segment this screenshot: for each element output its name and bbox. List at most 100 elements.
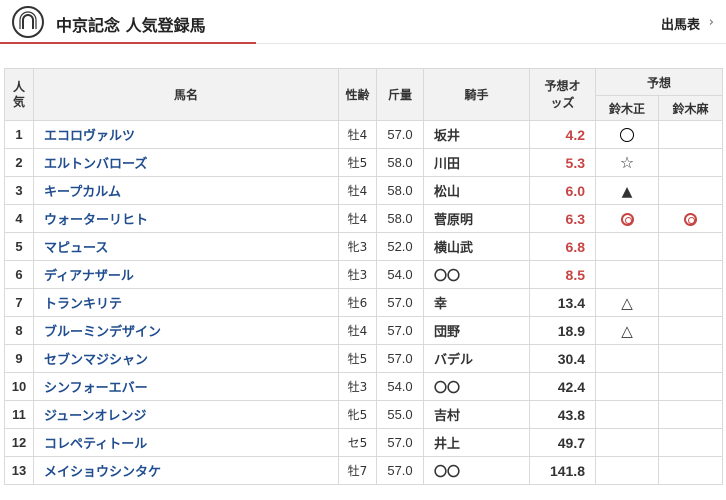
weight-cell: 57.0 [376, 428, 424, 457]
sex-age-cell: 牡4 [338, 204, 377, 233]
sex-age-cell: 牝3 [338, 232, 377, 261]
sex-age-cell: 牡4 [338, 176, 377, 205]
horse-name-cell: エコロヴァルツ [33, 120, 339, 149]
double-circle-icon [684, 210, 697, 228]
sex-age-cell: 牡7 [338, 456, 377, 485]
prediction-b-cell [657, 260, 724, 289]
prediction-b-cell [657, 372, 724, 401]
rank-cell: 5 [4, 232, 34, 261]
odds-cell: 13.4 [529, 288, 596, 317]
jockey-cell: 横山武 [423, 232, 530, 261]
horse-name-cell: トランキリテ [33, 288, 339, 317]
table-row: 4 ウォーターリヒト 牡4 58.0 菅原明 6.3 [4, 204, 724, 233]
jockey-cell: 菅原明 [423, 204, 530, 233]
table-row: 1 エコロヴァルツ 牡4 57.0 坂井 4.2 [4, 120, 724, 149]
jockey-cell: 〇〇 [423, 260, 530, 289]
entries-link-label: 出馬表 [660, 18, 700, 33]
prediction-a-cell [595, 260, 659, 289]
horse-name-cell: セブンマジシャン [33, 344, 339, 373]
horse-name-link[interactable]: メイショウシンタケ [44, 465, 161, 480]
header-horse-name: 馬名 [33, 68, 339, 121]
rank-cell: 7 [4, 288, 34, 317]
horse-name-link[interactable]: ディアナザール [44, 269, 134, 284]
double-circle-icon [620, 210, 634, 228]
weight-cell: 57.0 [376, 120, 424, 149]
rank-cell: 11 [4, 400, 34, 429]
horse-name-link[interactable]: ジューンオレンジ [44, 409, 146, 424]
header-odds-label: 予想オッズ [544, 78, 581, 110]
table-row: 7 トランキリテ 牡6 57.0 幸 13.4 △ [4, 288, 724, 317]
rank-cell: 2 [4, 148, 34, 177]
prediction-b-cell [657, 204, 724, 233]
jockey-cell: 川田 [423, 148, 530, 177]
triangle-outline-icon: △ [621, 293, 633, 312]
header-predictor-b: 鈴木麻 [657, 95, 724, 121]
rank-cell: 4 [4, 204, 34, 233]
prediction-a-cell [595, 400, 659, 429]
page-header: 中京記念 人気登録馬 出馬表 › [0, 0, 726, 46]
prediction-b-cell [657, 316, 724, 345]
horse-name-link[interactable]: シンフォーエバー [44, 381, 148, 396]
horse-name-link[interactable]: トランキリテ [44, 297, 122, 312]
horse-name-link[interactable]: マピュース [44, 241, 108, 256]
odds-cell: 6.3 [529, 204, 596, 233]
page-title: 中京記念 人気登録馬 [56, 16, 206, 35]
weight-cell: 57.0 [376, 344, 424, 373]
jockey-cell: 井上 [423, 428, 530, 457]
rank-cell: 10 [4, 372, 34, 401]
horse-name-link[interactable]: ウォーターリヒト [44, 213, 148, 228]
chevron-right-icon: › [708, 15, 714, 30]
circle-mark-icon [620, 126, 634, 144]
weight-cell: 54.0 [376, 260, 424, 289]
horse-name-link[interactable]: エコロヴァルツ [44, 129, 135, 144]
prediction-b-cell [657, 176, 724, 205]
header-weight: 斤量 [376, 68, 424, 121]
prediction-a-cell: ▲ [595, 176, 659, 205]
jockey-cell: 〇〇 [423, 372, 530, 401]
prediction-a-cell: △ [595, 316, 659, 345]
rank-cell: 8 [4, 316, 34, 345]
horse-name-cell: キープカルム [33, 176, 339, 205]
prediction-b-cell [657, 400, 724, 429]
table-row: 3 キープカルム 牡4 58.0 松山 6.0 ▲ [4, 176, 724, 205]
popularity-table: 人気 馬名 性齢 斤量 騎手 予想オッズ 予想 鈴木正 鈴木麻 1 エコロヴァルツ… [4, 68, 724, 485]
sex-age-cell: セ5 [338, 428, 377, 457]
horse-name-cell: ウォーターリヒト [33, 204, 339, 233]
title-underline [0, 42, 256, 44]
odds-cell: 18.9 [529, 316, 596, 345]
odds-cell: 6.8 [529, 232, 596, 261]
rank-cell: 13 [4, 456, 34, 485]
entries-link[interactable]: 出馬表 › [660, 14, 714, 33]
horse-name-link[interactable]: セブンマジシャン [44, 353, 148, 368]
prediction-b-cell [657, 428, 724, 457]
horse-name-cell: ディアナザール [33, 260, 339, 289]
prediction-a-cell [595, 204, 659, 233]
sex-age-cell: 牡4 [338, 316, 377, 345]
horse-name-cell: マピュース [33, 232, 339, 261]
weight-cell: 54.0 [376, 372, 424, 401]
horse-name-link[interactable]: キープカルム [44, 185, 121, 200]
horse-name-link[interactable]: エルトンバローズ [44, 157, 147, 172]
sex-age-cell: 牝5 [338, 400, 377, 429]
odds-cell: 5.3 [529, 148, 596, 177]
table-row: 8 ブルーミンデザイン 牡4 57.0 団野 18.9 △ [4, 316, 724, 345]
prediction-b-cell [657, 288, 724, 317]
horse-name-link[interactable]: コレペティトール [44, 437, 147, 452]
sex-age-cell: 牡5 [338, 148, 377, 177]
weight-cell: 58.0 [376, 204, 424, 233]
header-rank: 人気 [4, 68, 34, 121]
weight-cell: 58.0 [376, 176, 424, 205]
prediction-b-cell [657, 232, 724, 261]
sex-age-cell: 牡3 [338, 260, 377, 289]
sex-age-cell: 牡3 [338, 372, 377, 401]
table-body: 1 エコロヴァルツ 牡4 57.0 坂井 4.2 2 エルトンバローズ 牡5 58.0 川田 5.3 ☆… [4, 120, 724, 485]
prediction-b-cell [657, 456, 724, 485]
header-jockey: 騎手 [423, 68, 530, 121]
prediction-a-cell [595, 456, 659, 485]
triangle-outline-icon: △ [621, 321, 633, 340]
jockey-cell: バデル [423, 344, 530, 373]
header-sex-age: 性齢 [338, 68, 377, 121]
horse-name-link[interactable]: ブルーミンデザイン [44, 325, 161, 340]
horse-name-cell: コレペティトール [33, 428, 339, 457]
prediction-a-cell [595, 344, 659, 373]
